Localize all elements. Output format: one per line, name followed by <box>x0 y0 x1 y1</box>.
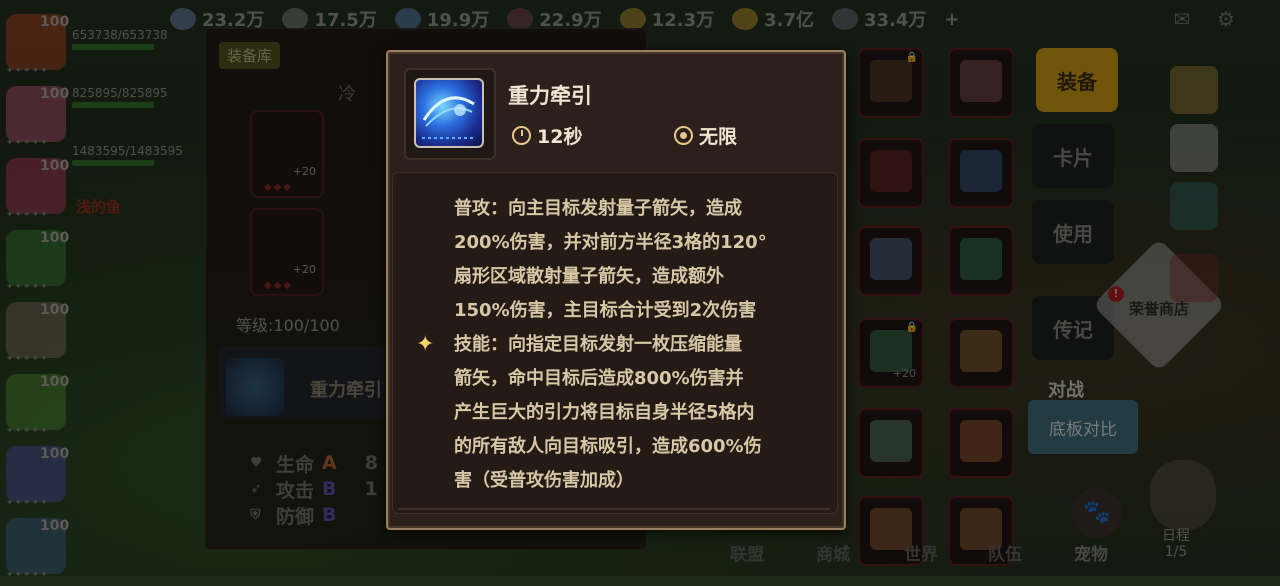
description-line: 害（受普攻伤害加成） <box>454 470 634 491</box>
range-value: 无限 <box>699 126 738 148</box>
description-line: 普攻：向主目标发射量子箭矢，造成 <box>454 198 742 219</box>
description-line: 扇形区域散射量子箭矢，造成额外 <box>454 266 724 287</box>
description-line: 200%伤害，并对前方半径3格的120° <box>454 232 767 253</box>
skill-title: 重力牵引 <box>508 84 592 108</box>
cooldown: 12秒 <box>512 122 582 149</box>
cooldown-value: 12秒 <box>537 126 583 148</box>
target-icon <box>674 126 693 145</box>
description-line: 技能：向指定目标发射一枚压缩能量 <box>454 334 742 355</box>
description-line: 150%伤害，主目标合计受到2次伤害 <box>454 300 757 321</box>
description-line: 箭矢，命中目标后造成800%伤害并 <box>454 368 744 389</box>
gravity-pull-skill-icon <box>414 78 484 148</box>
description-line: 的所有敌人向目标吸引，造成600%伤 <box>454 436 762 457</box>
clock-icon <box>512 126 531 145</box>
sparkle-icon: ✦ <box>416 332 435 357</box>
divider <box>398 508 830 510</box>
description-line: 产生巨大的引力将目标自身半径5格内 <box>454 402 755 423</box>
range: 无限 <box>674 122 737 149</box>
